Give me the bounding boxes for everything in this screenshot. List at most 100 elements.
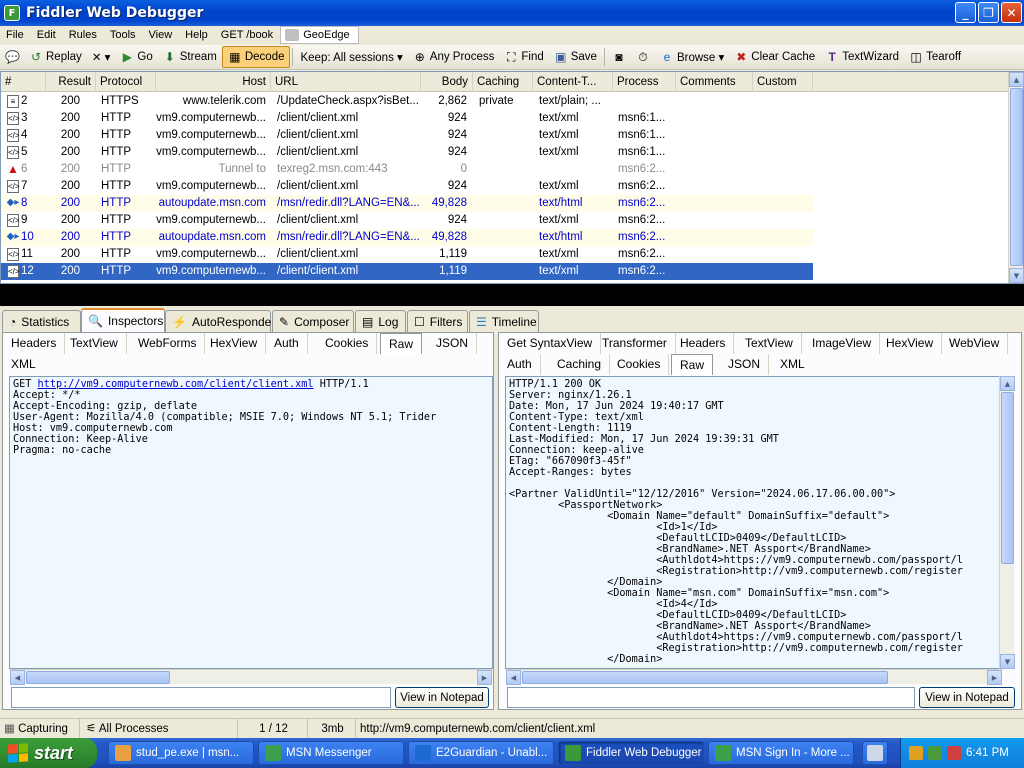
session-row[interactable]: </> 7 200 HTTP vm9.computernewb... /client/cl…	[1, 178, 813, 195]
column-header-protocol[interactable]: Protocol	[96, 72, 156, 92]
taskbar-item-stud-pe[interactable]: stud_pe.exe | msn...	[108, 741, 254, 765]
request-url-link[interactable]: http://vm9.computernewb.com/client/clien…	[38, 379, 314, 390]
request-tab-headers[interactable]: Headers	[3, 333, 66, 354]
response-tab-transformer[interactable]: Transformer	[594, 333, 676, 354]
request-tab-webforms[interactable]: WebForms	[130, 333, 206, 354]
textwizard-button[interactable]: T TextWizard	[820, 46, 904, 68]
scroll-thumb[interactable]	[1001, 392, 1014, 564]
menu-file[interactable]: File	[0, 29, 31, 41]
capturing-indicator[interactable]: ▦ Capturing	[0, 719, 80, 739]
tab-timeline[interactable]: ☰ Timeline	[469, 310, 539, 332]
tab-filters[interactable]: ☐ Filters	[407, 310, 468, 332]
scroll-down-arrow[interactable]: ▼	[1009, 268, 1024, 283]
timer-button[interactable]: ⏱	[631, 46, 655, 68]
request-view-in-notepad-button[interactable]: View in Notepad	[395, 687, 489, 708]
column-header-comments[interactable]: Comments	[676, 72, 753, 92]
menu-view[interactable]: View	[143, 29, 180, 41]
response-tab-json[interactable]: JSON	[720, 354, 770, 375]
go-button[interactable]: ▶ Go	[115, 46, 157, 68]
response-hscrollbar[interactable]: ◀ ▶	[506, 669, 1002, 685]
response-tab-caching[interactable]: Caching	[549, 354, 611, 375]
screenshot-button[interactable]: ◙	[607, 46, 631, 68]
scroll-right-arrow[interactable]: ▶	[987, 670, 1002, 685]
tab-autoresponder[interactable]: ⚡ AutoResponder	[165, 310, 275, 332]
response-tab-raw[interactable]: Raw	[671, 354, 714, 375]
close-button[interactable]: ✕	[1001, 2, 1022, 23]
response-raw-text[interactable]: HTTP/1.1 200 OK Server: nginx/1.26.1 Dat…	[505, 376, 1001, 669]
menu-geoedge[interactable]: GeoEdge	[280, 26, 359, 44]
tearoff-button[interactable]: ◫ Tearoff	[904, 46, 966, 68]
maximize-button[interactable]: ❐	[978, 2, 999, 23]
session-list[interactable]: # Result Protocol Host URL Body Caching …	[0, 71, 1024, 284]
request-tab-xml[interactable]: XML	[3, 354, 44, 375]
clock[interactable]: 6:41 PM	[966, 747, 1009, 759]
response-tab-textview[interactable]: TextView	[737, 333, 802, 354]
response-tab-cookies[interactable]: Cookies	[609, 354, 670, 375]
tray-msn-icon[interactable]	[928, 746, 942, 760]
request-tab-auth[interactable]: Auth	[266, 333, 308, 354]
menu-edit[interactable]: Edit	[31, 29, 63, 41]
column-header-process[interactable]: Process	[613, 72, 676, 92]
scroll-thumb[interactable]	[26, 671, 170, 684]
decode-button[interactable]: ▦ Decode	[221, 46, 291, 68]
minimize-button[interactable]: _	[955, 2, 976, 23]
scroll-left-arrow[interactable]: ◀	[10, 670, 25, 685]
request-raw-text[interactable]: GET http://vm9.computernewb.com/client/c…	[9, 376, 493, 669]
column-header-caching[interactable]: Caching	[473, 72, 533, 92]
response-tab-headers[interactable]: Headers	[672, 333, 735, 354]
request-tab-textview[interactable]: TextView	[62, 333, 127, 354]
splitter-bar[interactable]	[0, 284, 1024, 306]
column-header-number[interactable]: #	[1, 72, 46, 92]
response-view-in-notepad-button[interactable]: View in Notepad	[919, 687, 1015, 708]
session-row[interactable]: ◆▸ 8 200 HTTP autoupdate.msn.com/msn/redir.d…	[1, 195, 813, 212]
request-quickexec-input[interactable]	[11, 687, 391, 708]
tray-security-icon[interactable]	[947, 746, 961, 760]
save-button[interactable]: ▣ Save	[549, 46, 602, 68]
response-tab-hexview[interactable]: HexView	[878, 333, 943, 354]
session-row[interactable]: ◆▸ 10 200 HTTP autoupdate.msn.com/msn/redir.…	[1, 229, 813, 246]
session-row[interactable]: ▲ 6 200 HTTP Tunnel to texreg2.msn.com:443 0 ms…	[1, 161, 813, 178]
session-row[interactable]: </> 11 200 HTTP vm9.computernewb... /client/c…	[1, 246, 813, 263]
session-row[interactable]: </> 4 200 HTTP vm9.computernewb... /client/cl…	[1, 127, 813, 144]
response-vscrollbar[interactable]: ▲ ▼	[999, 376, 1015, 669]
menu-rules[interactable]: Rules	[63, 29, 104, 41]
response-tab-xml[interactable]: XML	[772, 354, 813, 375]
browse-button[interactable]: e Browse ▾	[655, 46, 729, 68]
any-process-button[interactable]: ⊕ Any Process	[408, 46, 500, 68]
scroll-up-arrow[interactable]: ▲	[1000, 376, 1015, 391]
comment-button[interactable]: 💬	[0, 46, 24, 68]
request-hscrollbar[interactable]: ◀ ▶	[10, 669, 492, 685]
menu-get-book[interactable]: GET /book	[215, 29, 280, 41]
scroll-thumb[interactable]	[522, 671, 888, 684]
request-tab-json[interactable]: JSON	[428, 333, 478, 354]
request-tab-hexview[interactable]: HexView	[202, 333, 267, 354]
response-quickexec-input[interactable]	[507, 687, 915, 708]
taskbar-item-msn-messenger[interactable]: MSN Messenger	[258, 741, 404, 765]
response-tab-webview[interactable]: WebView	[941, 333, 1009, 354]
response-tab-get-syntaxview[interactable]: Get SyntaxView	[499, 333, 602, 354]
keep-sessions-dropdown[interactable]: Keep: All sessions ▾	[295, 46, 407, 68]
session-row[interactable]: </> 9 200 HTTP vm9.computernewb... /client/cl…	[1, 212, 813, 229]
column-header-host[interactable]: Host	[156, 72, 271, 92]
session-row[interactable]: </> 12 200 HTTP vm9.computernewb... /client/c…	[1, 263, 813, 280]
replay-button[interactable]: ↺ Replay	[24, 46, 87, 68]
clear-cache-button[interactable]: ✖ Clear Cache	[729, 46, 820, 68]
scroll-up-arrow[interactable]: ▲	[1009, 72, 1024, 87]
session-row[interactable]: ≡ 2 200 HTTPS www.telerik.com/UpdateCheck.as…	[1, 93, 813, 110]
start-button[interactable]: start	[0, 738, 97, 768]
menu-help[interactable]: Help	[179, 29, 215, 41]
response-tab-auth[interactable]: Auth	[499, 354, 541, 375]
remove-button[interactable]: ✕ ▾	[87, 46, 116, 68]
session-row[interactable]: </> 5 200 HTTP vm9.computernewb... /client/cl…	[1, 144, 813, 161]
scroll-left-arrow[interactable]: ◀	[506, 670, 521, 685]
column-header-content-type[interactable]: Content-T...	[533, 72, 613, 92]
tab-log[interactable]: ▤ Log	[355, 310, 406, 332]
tab-composer[interactable]: ✎ Composer	[272, 310, 354, 332]
find-button[interactable]: ⛶ Find	[499, 46, 548, 68]
session-list-scrollbar[interactable]: ▲ ▼	[1008, 72, 1024, 283]
column-header-result[interactable]: Result	[46, 72, 96, 92]
process-filter[interactable]: ⚟ All Processes	[82, 719, 238, 739]
tab-statistics[interactable]: ◔ Statistics	[2, 310, 81, 332]
scroll-down-arrow[interactable]: ▼	[1000, 654, 1015, 669]
stream-button[interactable]: ⬇ Stream	[158, 46, 222, 68]
